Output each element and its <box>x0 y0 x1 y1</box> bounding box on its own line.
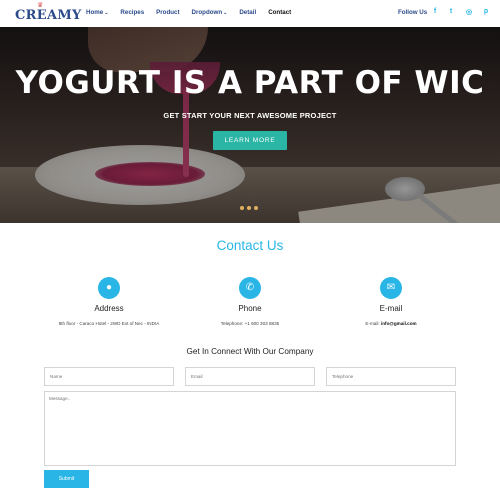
email-text: E-mail: info@gmail.com <box>311 321 471 326</box>
facebook-icon[interactable]: f <box>431 8 439 15</box>
main-menu: Home⌄ Recipes Product Dropdown⌄ Detail C… <box>86 9 303 16</box>
nav-item-detail[interactable]: Detail <box>239 9 256 16</box>
contact-title: Contact Us <box>216 238 284 253</box>
email-label: E-mail <box>379 304 403 313</box>
phone-icon: ✆ <box>239 277 261 299</box>
email-info: ✉ E-mail E-mail: info@gmail.com <box>311 277 471 326</box>
location-icon: ● <box>98 277 120 299</box>
learn-more-button[interactable]: LEARN MORE <box>213 131 287 150</box>
phone-info: ✆ Phone Telephone: +1 600 303 8835 <box>170 277 330 326</box>
telephone-field[interactable] <box>326 367 456 386</box>
message-field[interactable] <box>44 391 456 466</box>
nav-item-label: Home <box>86 9 104 16</box>
address-text: 8th floor - Caraco Hotel - 2WD Ext of Ne… <box>58 321 160 326</box>
nav-item-label: Contact <box>268 9 292 16</box>
email-prefix: E-mail: <box>365 321 381 326</box>
hero-overlay <box>0 27 500 223</box>
slider-dots <box>240 206 261 210</box>
submit-button[interactable]: Submit <box>44 470 89 488</box>
nav-item-label: Detail <box>239 9 257 16</box>
hero-subtitle: GET START YOUR NEXT AWESOME PROJECT <box>163 111 337 120</box>
creamy-logo[interactable]: ♛ CREAMY <box>15 2 81 24</box>
twitter-icon[interactable]: t <box>447 8 455 15</box>
nav-item-dropdown[interactable]: Dropdown⌄ <box>192 9 228 16</box>
nav-item-label: Product <box>156 9 180 16</box>
email-icon: ✉ <box>380 277 402 299</box>
connect-title: Get In Connect With Our Company <box>186 347 314 356</box>
name-field[interactable] <box>44 367 174 386</box>
nav-item-contact[interactable]: Contact <box>268 9 291 16</box>
slider-dot[interactable] <box>247 206 251 210</box>
instagram-icon[interactable]: ◎ <box>465 8 473 16</box>
nav-item-product[interactable]: Product <box>156 9 179 16</box>
hero-title: YOGURT IS A PART OF WIC <box>15 65 485 101</box>
hero-banner: YOGURT IS A PART OF WIC GET START YOUR N… <box>0 27 500 223</box>
chevron-down-icon: ⌄ <box>223 10 228 16</box>
phone-number[interactable]: +1 600 303 8835 <box>245 321 280 326</box>
top-navbar: ♛ CREAMY Home⌄ Recipes Product Dropdown⌄… <box>0 0 500 27</box>
phone-text: Telephone: +1 600 303 8835 <box>170 321 330 326</box>
nav-item-home[interactable]: Home⌄ <box>86 9 108 16</box>
email-field[interactable] <box>185 367 315 386</box>
brand-name: CREAMY <box>15 8 82 23</box>
slider-dot[interactable] <box>240 206 244 210</box>
phone-label: Phone <box>238 304 262 313</box>
address-label: Address <box>94 304 124 313</box>
slider-dot[interactable] <box>254 206 258 210</box>
nav-item-recipes[interactable]: Recipes <box>120 9 144 16</box>
phone-prefix: Telephone: <box>220 321 245 326</box>
nav-item-label: Recipes <box>120 9 145 16</box>
email-address[interactable]: info@gmail.com <box>381 321 417 326</box>
address-info: ● Address 8th floor - Caraco Hotel - 2WD… <box>29 277 189 326</box>
pinterest-icon[interactable]: p <box>482 8 490 15</box>
chevron-down-icon: ⌄ <box>104 10 109 16</box>
follow-us-label: Follow Us <box>398 9 428 16</box>
nav-item-label: Dropdown <box>191 9 223 16</box>
